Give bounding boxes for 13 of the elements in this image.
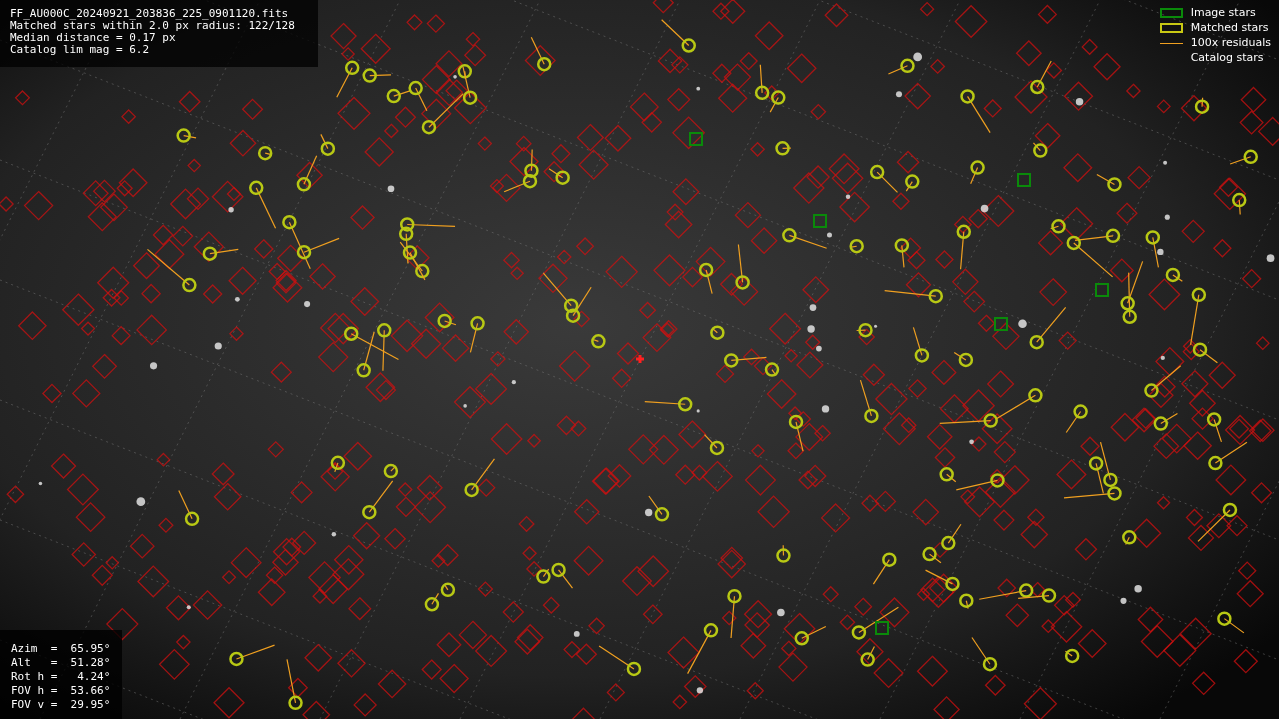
info-line: Median distance = 0.17 px [10,32,177,44]
pointing-line: FOV v = 29.95° [11,698,111,712]
legend-label: Image stars [1190,4,1256,21]
info-line: FF_AU000C_20240921_203836_225_0901120.fits [10,8,290,20]
info-line: Matched stars within 2.0 px radius: 122/128 [10,20,296,32]
info-line: Catalog lim mag = 6.2 [10,44,151,56]
pointing-line: Rot h = 4.24° [11,670,111,684]
legend-label: Catalog stars [1190,49,1264,66]
pointing-line: Azim = 65.95° [11,642,111,656]
pointing-line: Alt = 51.28° [11,656,111,670]
legend-label: 100x residuals [1190,34,1271,51]
legend-label: Matched stars [1190,19,1269,36]
pointing-line: FOV h = 53.66° [11,684,111,698]
